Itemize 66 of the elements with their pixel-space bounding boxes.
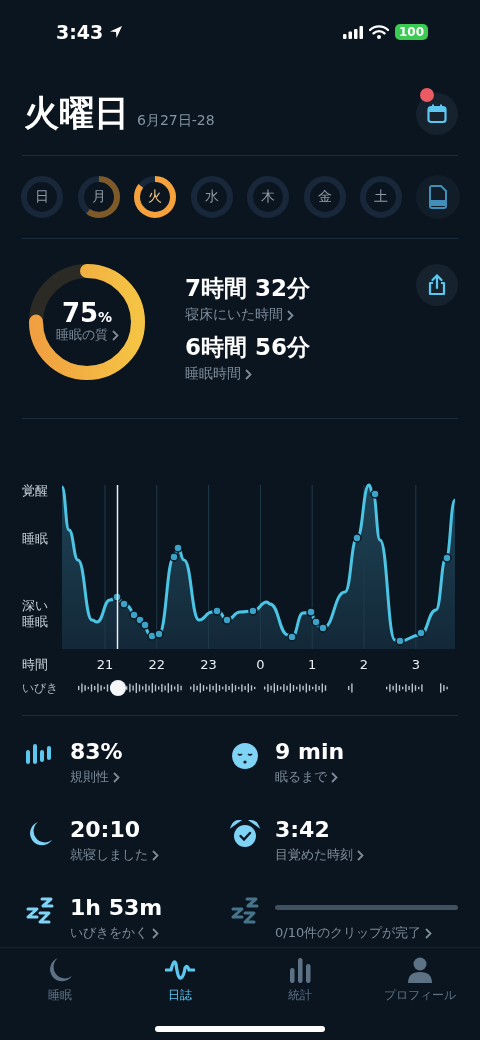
quality-percent: 75% bbox=[61, 300, 113, 326]
chevron-icon bbox=[111, 329, 119, 341]
stat-value: 20:10 bbox=[70, 816, 142, 844]
chevron-icon bbox=[113, 771, 120, 783]
signal-icon bbox=[342, 25, 363, 39]
hour-label: 2 bbox=[359, 657, 369, 672]
stat-value: 83% bbox=[70, 738, 124, 766]
snore-label: いびき bbox=[22, 681, 58, 695]
stat-value: 3:42 bbox=[275, 816, 331, 844]
stat-value: 9 min bbox=[275, 738, 346, 766]
tab[interactable]: 睡眠 bbox=[5, 956, 115, 1004]
document-icon bbox=[427, 185, 448, 209]
hour-label: 3 bbox=[411, 657, 420, 672]
hour-label: 0 bbox=[256, 657, 265, 672]
stat-value: 1h 53m bbox=[70, 894, 164, 922]
stat-label: 目覚めた時刻 bbox=[275, 846, 353, 864]
axis-title: 時間 bbox=[22, 657, 48, 672]
share-icon bbox=[427, 274, 447, 296]
quality-label: 睡眠の質 bbox=[55, 326, 108, 344]
chevron-icon bbox=[357, 849, 364, 861]
chevron-icon bbox=[425, 927, 433, 939]
report-button[interactable] bbox=[415, 175, 460, 219]
axis-label: 睡眠 bbox=[22, 531, 48, 546]
wifi-icon bbox=[368, 25, 389, 39]
day-ring-button[interactable]: 月 bbox=[76, 175, 121, 219]
axis-label: 深い睡眠 bbox=[22, 598, 48, 629]
chevron-icon bbox=[245, 368, 252, 380]
tab[interactable]: 日誌 bbox=[125, 956, 235, 1004]
stat-label: 規則性 bbox=[70, 768, 109, 786]
duration-value: 6時間 56分 bbox=[185, 333, 311, 362]
alarm-clock-icon bbox=[229, 818, 261, 850]
chevron-icon bbox=[331, 771, 338, 783]
day-ring-button[interactable]: 日 bbox=[20, 175, 64, 219]
chevron-icon bbox=[287, 309, 294, 321]
stat-label: 0/10件のクリップが完了 bbox=[275, 924, 422, 942]
chevron-icon bbox=[152, 849, 159, 861]
location-arrow-icon bbox=[109, 25, 124, 39]
share-button[interactable] bbox=[416, 264, 458, 306]
battery-indicator: 100 bbox=[394, 24, 428, 40]
hour-label: 23 bbox=[200, 657, 217, 672]
tab[interactable]: 統計 bbox=[245, 956, 355, 1004]
day-ring-button[interactable]: 土 bbox=[359, 175, 404, 219]
calendar-icon bbox=[426, 102, 448, 125]
duration-label: 寝床にいた時間 bbox=[185, 306, 283, 324]
date-range: 6月27日-28 bbox=[137, 112, 215, 130]
tab[interactable]: プロフィール bbox=[365, 956, 475, 1004]
day-ring-button[interactable]: 水 bbox=[189, 175, 234, 219]
day-ring-button[interactable]: 木 bbox=[246, 175, 291, 219]
playhead-handle[interactable] bbox=[110, 680, 126, 696]
status-time: 3:43 bbox=[56, 21, 104, 43]
stat-label: 眠るまで bbox=[275, 768, 327, 786]
hour-label: 22 bbox=[148, 657, 166, 672]
day-ring-button[interactable]: 金 bbox=[302, 175, 347, 219]
sleepy-face-icon bbox=[229, 740, 261, 772]
time-cursor[interactable] bbox=[116, 484, 119, 650]
day-ring-button[interactable]: 火 bbox=[133, 175, 178, 219]
stat-label: いびきをかく bbox=[70, 924, 148, 942]
stat-label: 就寝しました bbox=[70, 846, 148, 864]
hour-label: 1 bbox=[308, 657, 317, 672]
day-title: 火曜日 bbox=[24, 92, 129, 135]
hour-label: 21 bbox=[96, 657, 114, 672]
person-icon bbox=[405, 956, 435, 984]
chevron-icon bbox=[152, 927, 159, 939]
axis-label: 覚醒 bbox=[22, 483, 48, 498]
duration-label: 睡眠時間 bbox=[185, 365, 241, 383]
duration-value: 7時間 32分 bbox=[185, 274, 311, 303]
